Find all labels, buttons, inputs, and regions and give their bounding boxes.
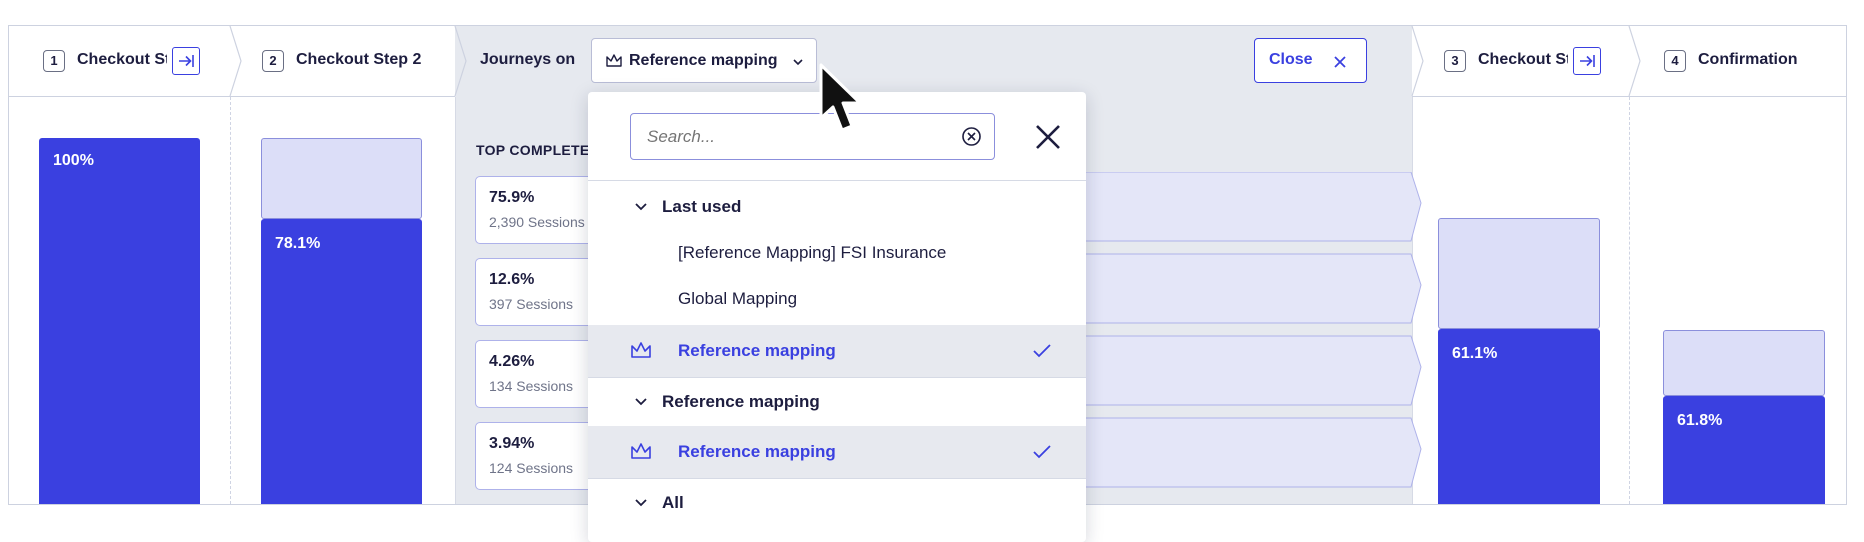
group-label: Reference mapping <box>662 392 820 411</box>
column-divider <box>455 97 456 504</box>
expand-right-icon <box>179 55 194 67</box>
bar-percent-label: 61.1% <box>1452 345 1498 362</box>
chevron-down-icon <box>793 59 803 66</box>
journey-percent: 12.6% <box>489 271 535 288</box>
bar-percent-label: 78.1% <box>275 235 321 252</box>
expand-right-icon <box>1580 55 1595 67</box>
divider <box>588 180 1086 181</box>
expand-step-button[interactable] <box>1573 47 1601 75</box>
chevron-down-icon <box>635 499 647 507</box>
step-number: 4 <box>1664 50 1686 72</box>
journey-percent: 3.94% <box>489 435 535 452</box>
close-label: Close <box>1269 51 1313 68</box>
clear-search-icon[interactable] <box>961 126 982 147</box>
dropdown-option-selected[interactable]: Reference mapping <box>588 325 1086 377</box>
dropdown-option-selected[interactable]: Reference mapping <box>588 426 1086 478</box>
option-label: Reference mapping <box>678 442 836 461</box>
top-completed-heading: TOP COMPLETED <box>476 142 600 158</box>
journeys-on-label: Journeys on <box>480 51 576 68</box>
dropdown-option[interactable]: [Reference Mapping] FSI Insurance <box>588 230 1086 276</box>
option-label: Reference mapping <box>678 341 836 360</box>
funnel-bar-dropoff <box>261 138 422 219</box>
step-label: Checkout Step 1 <box>77 51 167 68</box>
step-chevrons <box>229 26 1641 97</box>
crown-icon <box>606 54 622 67</box>
search-input[interactable] <box>645 126 949 148</box>
step-number: 1 <box>43 50 65 72</box>
crown-icon <box>631 342 651 358</box>
chevron-down-icon <box>635 203 647 211</box>
group-header-last-used[interactable]: Last used <box>588 184 1086 230</box>
journey-sessions: 124 Sessions <box>489 460 574 476</box>
journey-sessions: 397 Sessions <box>489 296 574 312</box>
option-label: [Reference Mapping] FSI Insurance <box>678 243 947 262</box>
column-divider <box>1629 97 1630 504</box>
mapping-selector[interactable]: Reference mapping <box>591 38 817 83</box>
bar-percent-label: 100% <box>53 152 94 169</box>
group-label: Last used <box>662 197 742 216</box>
step-label: Checkout Step 3 <box>1478 51 1568 68</box>
mouse-cursor-icon <box>819 63 862 132</box>
journey-percent: 4.26% <box>489 353 535 370</box>
close-icon <box>1334 56 1346 68</box>
checkmark-icon <box>1033 344 1051 358</box>
step-number: 3 <box>1444 50 1466 72</box>
funnel-bar-step-2[interactable]: 78.1% <box>261 219 422 504</box>
close-dropdown-icon[interactable] <box>1034 123 1062 151</box>
funnel-bar-dropoff <box>1663 330 1825 396</box>
group-label: All <box>662 493 684 512</box>
chevron-down-icon <box>635 398 647 406</box>
crown-icon <box>631 443 651 459</box>
funnel-bar-step-3[interactable]: 61.1% <box>1438 329 1600 504</box>
funnel-bar-step-1[interactable]: 100% <box>39 138 200 504</box>
funnel-bar-step-4[interactable]: 61.8% <box>1663 396 1825 504</box>
expand-step-button[interactable] <box>172 47 200 75</box>
step-number: 2 <box>262 50 284 72</box>
bar-percent-label: 61.8% <box>1677 412 1723 429</box>
option-label: Global Mapping <box>678 289 798 308</box>
checkmark-icon <box>1033 445 1051 459</box>
mapping-dropdown: Last used [Reference Mapping] FSI Insura… <box>588 92 1086 542</box>
group-header-all[interactable]: All <box>588 480 1086 526</box>
funnel-bar-dropoff <box>1438 218 1600 329</box>
group-header-reference-mapping[interactable]: Reference mapping <box>588 379 1086 425</box>
journey-sessions: 134 Sessions <box>489 378 574 394</box>
column-divider <box>230 97 231 504</box>
journey-sessions: 2,390 Sessions <box>489 214 585 230</box>
journey-percent: 75.9% <box>489 189 535 206</box>
dropdown-option[interactable]: Global Mapping <box>588 276 1086 322</box>
step-label: Checkout Step 2 <box>296 51 422 68</box>
close-button[interactable]: Close <box>1254 38 1367 83</box>
selected-mapping: Reference mapping <box>629 52 778 69</box>
search-input-wrapper[interactable] <box>630 113 995 160</box>
divider <box>588 478 1086 479</box>
step-label: Confirmation <box>1698 51 1798 68</box>
divider <box>588 377 1086 378</box>
